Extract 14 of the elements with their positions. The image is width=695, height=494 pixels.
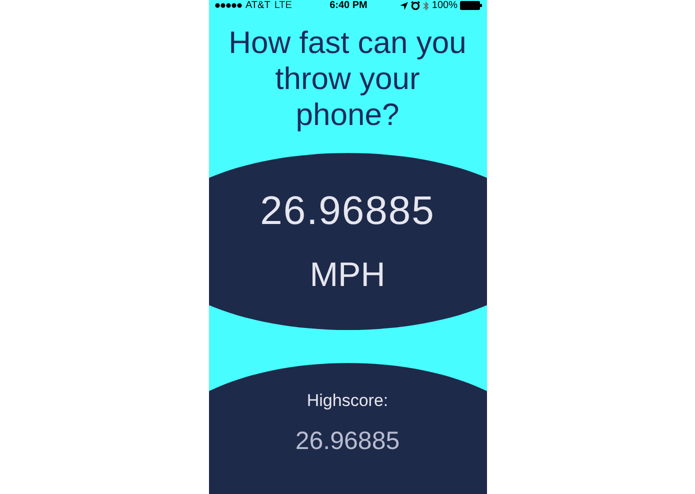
bluetooth-icon xyxy=(422,0,429,10)
speed-unit: MPH xyxy=(310,256,386,294)
question-title: How fast can you throw your phone? xyxy=(228,25,468,133)
battery-icon xyxy=(460,1,482,10)
signal-icon xyxy=(214,3,242,8)
highscore-label: Highscore: xyxy=(306,391,388,411)
speed-value: 26.96885 xyxy=(260,188,435,234)
alarm-clock-icon xyxy=(410,1,420,10)
location-arrow-icon xyxy=(400,2,408,10)
network-type: LTE xyxy=(274,0,292,11)
status-time: 6:40 PM xyxy=(330,0,368,11)
battery-percent: 100% xyxy=(432,0,458,11)
highscore-value: 26.96885 xyxy=(295,427,400,456)
carrier-name: AT&T xyxy=(246,0,270,11)
